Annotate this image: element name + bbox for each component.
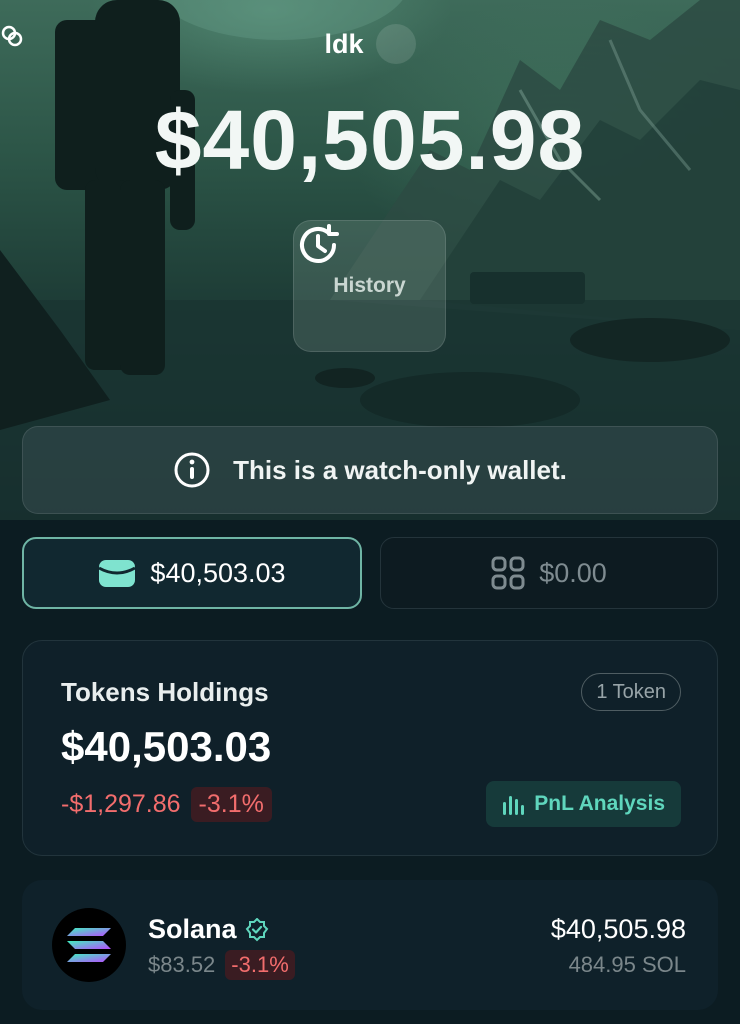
history-icon <box>300 224 339 263</box>
total-balance: $40,505.98 <box>154 93 586 187</box>
pnl-analysis-button[interactable]: PnL Analysis <box>486 781 681 827</box>
token-holdings-card: Tokens Holdings 1 Token $40,503.03 -$1,2… <box>22 640 718 856</box>
token-change-percent: -3.1% <box>225 950 295 980</box>
tab-collectibles[interactable]: $0.00 <box>380 537 718 609</box>
token-name: Solana <box>148 914 237 944</box>
history-label: History <box>333 274 406 297</box>
token-price-row: $83.52 -3.1% <box>148 950 295 980</box>
token-row-solana[interactable]: Solana $83.52 -3.1% $40,505.98 484.95 SO… <box>22 880 718 1010</box>
token-value: $40,505.98 <box>550 914 686 944</box>
holdings-title: Tokens Holdings <box>61 677 269 707</box>
wallet-icon <box>98 560 137 587</box>
wallet-header: ldk <box>0 24 740 64</box>
asset-tabs: $40,503.03 $0.00 <box>22 537 718 609</box>
token-amount: 484.95 SOL <box>568 952 686 977</box>
tab-tokens-value: $40,503.03 <box>150 557 286 588</box>
watch-only-banner: This is a watch-only wallet. <box>22 426 718 514</box>
token-price: $83.52 <box>148 952 216 977</box>
tab-collectibles-value: $0.00 <box>539 557 607 588</box>
verified-icon <box>245 917 268 941</box>
pnl-analysis-label: PnL Analysis <box>534 792 665 815</box>
info-icon <box>174 452 210 488</box>
copy-icon <box>1 25 23 47</box>
watch-only-text: This is a watch-only wallet. <box>233 454 567 485</box>
history-button[interactable]: History <box>293 220 446 352</box>
copy-button[interactable] <box>1 24 416 64</box>
token-name-row: Solana <box>148 914 269 945</box>
solana-logo-icon <box>52 908 126 982</box>
bar-chart-icon <box>503 796 525 815</box>
holdings-change: -$1,297.86 -3.1% <box>61 787 272 822</box>
holdings-value: $40,503.03 <box>61 723 272 770</box>
grid-icon <box>491 556 525 590</box>
token-count-badge: 1 Token <box>581 673 681 711</box>
holdings-change-amount: -$1,297.86 <box>61 790 181 818</box>
tab-tokens[interactable]: $40,503.03 <box>22 537 362 609</box>
holdings-change-percent: -3.1% <box>190 787 272 822</box>
wallet-name: ldk <box>324 28 364 59</box>
